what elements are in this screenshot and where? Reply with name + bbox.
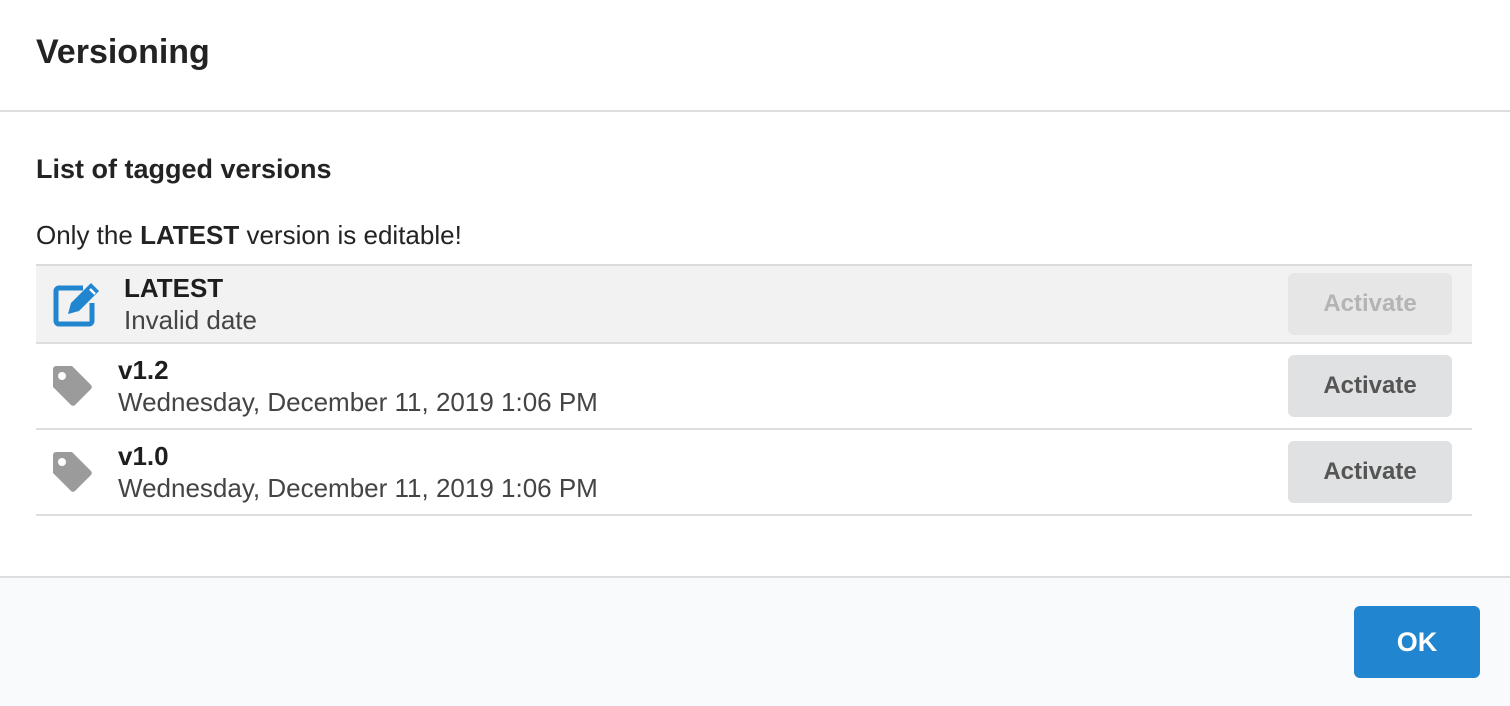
version-name: LATEST: [124, 273, 224, 303]
version-list: LATEST Invalid date Activate v1.2 Wednes…: [36, 264, 1472, 516]
version-date: Wednesday, December 11, 2019 1:06 PM: [118, 387, 598, 417]
dialog-content: List of tagged versions Only the LATEST …: [0, 112, 1510, 576]
version-date: Invalid date: [124, 305, 257, 335]
section-title: List of tagged versions: [36, 154, 332, 184]
editable-note: Only the LATEST version is editable!: [36, 188, 1472, 252]
version-row-latest[interactable]: LATEST Invalid date Activate: [36, 266, 1472, 344]
version-info: v1.0 Wednesday, December 11, 2019 1:06 P…: [108, 440, 1288, 504]
dialog-actions: OK: [0, 576, 1510, 706]
tag-icon: [36, 450, 108, 494]
activate-button-v1-2[interactable]: Activate: [1288, 355, 1452, 417]
version-date: Wednesday, December 11, 2019 1:06 PM: [118, 473, 598, 503]
dialog-header: Versioning: [0, 0, 1510, 112]
note-prefix: Only the: [36, 220, 141, 250]
note-suffix: version is editable!: [239, 220, 462, 250]
note-highlight: LATEST: [140, 220, 240, 250]
version-info: LATEST Invalid date: [114, 272, 1288, 336]
ok-button[interactable]: OK: [1354, 606, 1480, 678]
version-info: v1.2 Wednesday, December 11, 2019 1:06 P…: [108, 354, 1288, 418]
tag-icon: [36, 364, 108, 408]
edit-icon: [36, 281, 114, 327]
versioning-dialog: Versioning List of tagged versions Only …: [0, 0, 1510, 706]
version-row-v1-2[interactable]: v1.2 Wednesday, December 11, 2019 1:06 P…: [36, 344, 1472, 430]
activate-button-latest[interactable]: Activate: [1288, 273, 1452, 335]
version-name: v1.2: [118, 355, 169, 385]
version-name: v1.0: [118, 441, 169, 471]
dialog-title: Versioning: [36, 33, 210, 71]
activate-button-v1-0[interactable]: Activate: [1288, 441, 1452, 503]
version-row-v1-0[interactable]: v1.0 Wednesday, December 11, 2019 1:06 P…: [36, 430, 1472, 516]
